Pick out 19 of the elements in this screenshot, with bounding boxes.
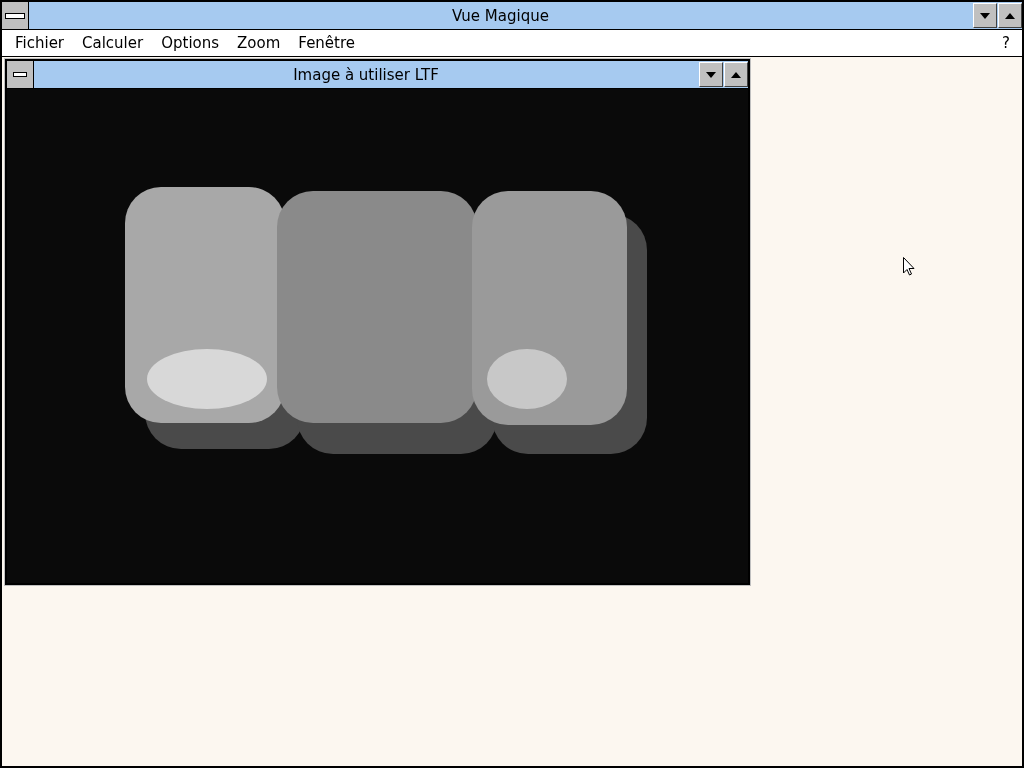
menu-item[interactable]: Fichier <box>8 34 76 52</box>
system-menu-button[interactable] <box>2 2 29 29</box>
minimize-button[interactable] <box>973 3 997 28</box>
maximize-button[interactable] <box>998 3 1022 28</box>
maximize-button[interactable] <box>724 62 748 87</box>
up-triangle-icon <box>1005 12 1015 19</box>
down-triangle-icon <box>980 12 990 19</box>
help-menu[interactable]: ? <box>996 34 1016 52</box>
system-menu-button[interactable] <box>7 61 34 88</box>
menu-item[interactable]: Fenêtre <box>291 34 367 52</box>
menu-item[interactable]: Options <box>154 34 231 52</box>
up-triangle-icon <box>731 71 741 78</box>
child-window-title: Image à utiliser LTF <box>292 65 440 84</box>
menu-item[interactable]: Zoom <box>230 34 292 52</box>
mouse-pointer-icon <box>903 257 915 276</box>
minimize-button[interactable] <box>699 62 723 87</box>
menu-item[interactable]: Calculer <box>75 34 155 52</box>
down-triangle-icon <box>706 71 716 78</box>
window-title: Vue Magique <box>451 6 550 25</box>
